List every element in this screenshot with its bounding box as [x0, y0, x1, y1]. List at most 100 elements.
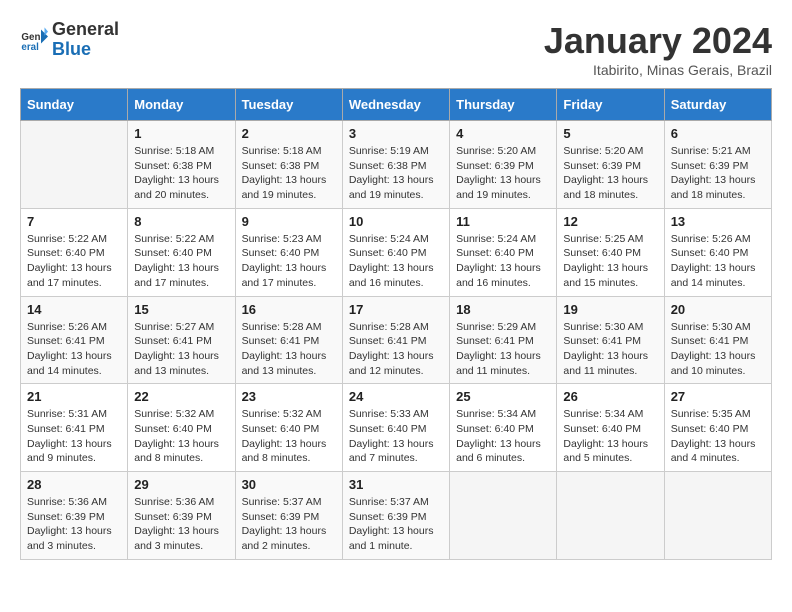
calendar-day-cell — [21, 121, 128, 209]
weekday-header-monday: Monday — [128, 89, 235, 121]
day-number: 31 — [349, 477, 443, 492]
calendar-day-cell: 18Sunrise: 5:29 AM Sunset: 6:41 PM Dayli… — [450, 296, 557, 384]
calendar-day-cell: 16Sunrise: 5:28 AM Sunset: 6:41 PM Dayli… — [235, 296, 342, 384]
day-number: 10 — [349, 214, 443, 229]
logo: Gen eral General Blue — [20, 20, 119, 60]
calendar-day-cell: 13Sunrise: 5:26 AM Sunset: 6:40 PM Dayli… — [664, 208, 771, 296]
day-number: 8 — [134, 214, 228, 229]
logo-icon: Gen eral — [20, 26, 48, 54]
calendar-day-cell: 15Sunrise: 5:27 AM Sunset: 6:41 PM Dayli… — [128, 296, 235, 384]
calendar-day-cell: 24 Sunrise: 5:33 AM Sunset: 6:40 PM Dayli… — [342, 384, 449, 472]
calendar-day-cell: 5 Sunrise: 5:20 AM Sunset: 6:39 PM Daylig… — [557, 121, 664, 209]
calendar-week-row: 28 Sunrise: 5:36 AM Sunset: 6:39 PM Dayli… — [21, 472, 772, 560]
day-info: Sunrise: 5:20 AM Sunset: 6:39 PM Dayligh… — [563, 144, 657, 203]
calendar-week-row: 21 Sunrise: 5:31 AM Sunset: 6:41 PM Dayli… — [21, 384, 772, 472]
calendar-header: SundayMondayTuesdayWednesdayThursdayFrid… — [21, 89, 772, 121]
calendar-day-cell — [664, 472, 771, 560]
day-number: 7 — [27, 214, 121, 229]
day-number: 29 — [134, 477, 228, 492]
day-info: Sunrise: 5:35 AM Sunset: 6:40 PM Dayligh… — [671, 407, 765, 466]
header: Gen eral General Blue January 2024 Itabi… — [20, 20, 772, 78]
day-number: 15 — [134, 302, 228, 317]
calendar-day-cell: 14Sunrise: 5:26 AM Sunset: 6:41 PM Dayli… — [21, 296, 128, 384]
calendar-day-cell: 31 Sunrise: 5:37 AM Sunset: 6:39 PM Dayli… — [342, 472, 449, 560]
calendar-day-cell: 22 Sunrise: 5:32 AM Sunset: 6:40 PM Dayli… — [128, 384, 235, 472]
day-info: Sunrise: 5:24 AM Sunset: 6:40 PM Dayligh… — [349, 232, 443, 291]
svg-text:eral: eral — [21, 42, 39, 53]
day-info: Sunrise: 5:32 AM Sunset: 6:40 PM Dayligh… — [134, 407, 228, 466]
day-number: 16 — [242, 302, 336, 317]
day-number: 5 — [563, 126, 657, 141]
calendar-day-cell: 28 Sunrise: 5:36 AM Sunset: 6:39 PM Dayli… — [21, 472, 128, 560]
weekday-header-tuesday: Tuesday — [235, 89, 342, 121]
logo-blue-text: Blue — [52, 39, 91, 59]
day-number: 22 — [134, 389, 228, 404]
day-number: 25 — [456, 389, 550, 404]
day-info: Sunrise: 5:25 AM Sunset: 6:40 PM Dayligh… — [563, 232, 657, 291]
calendar-day-cell: 26 Sunrise: 5:34 AM Sunset: 6:40 PM Dayli… — [557, 384, 664, 472]
day-number: 6 — [671, 126, 765, 141]
day-number: 12 — [563, 214, 657, 229]
day-info: Sunrise: 5:18 AM Sunset: 6:38 PM Dayligh… — [242, 144, 336, 203]
day-number: 24 — [349, 389, 443, 404]
day-info: Sunrise: 5:32 AM Sunset: 6:40 PM Dayligh… — [242, 407, 336, 466]
day-number: 21 — [27, 389, 121, 404]
day-info: Sunrise: 5:18 AM Sunset: 6:38 PM Dayligh… — [134, 144, 228, 203]
calendar-day-cell — [557, 472, 664, 560]
day-info: Sunrise: 5:37 AM Sunset: 6:39 PM Dayligh… — [242, 495, 336, 554]
calendar-day-cell: 23 Sunrise: 5:32 AM Sunset: 6:40 PM Dayli… — [235, 384, 342, 472]
day-number: 3 — [349, 126, 443, 141]
calendar-day-cell: 20 Sunrise: 5:30 AM Sunset: 6:41 PM Dayli… — [664, 296, 771, 384]
day-info: Sunrise: 5:23 AM Sunset: 6:40 PM Dayligh… — [242, 232, 336, 291]
calendar-day-cell: 9 Sunrise: 5:23 AM Sunset: 6:40 PM Daylig… — [235, 208, 342, 296]
calendar-day-cell: 10 Sunrise: 5:24 AM Sunset: 6:40 PM Dayli… — [342, 208, 449, 296]
calendar-table: SundayMondayTuesdayWednesdayThursdayFrid… — [20, 88, 772, 560]
day-info: Sunrise: 5:33 AM Sunset: 6:40 PM Dayligh… — [349, 407, 443, 466]
day-number: 11 — [456, 214, 550, 229]
day-info: Sunrise: 5:26 AM Sunset: 6:41 PM Dayligh… — [27, 320, 121, 379]
calendar-day-cell: 12 Sunrise: 5:25 AM Sunset: 6:40 PM Dayli… — [557, 208, 664, 296]
day-number: 2 — [242, 126, 336, 141]
day-info: Sunrise: 5:34 AM Sunset: 6:40 PM Dayligh… — [563, 407, 657, 466]
month-year-title: January 2024 — [544, 20, 772, 62]
calendar-day-cell: 6Sunrise: 5:21 AM Sunset: 6:39 PM Daylig… — [664, 121, 771, 209]
calendar-day-cell: 30Sunrise: 5:37 AM Sunset: 6:39 PM Dayli… — [235, 472, 342, 560]
calendar-week-row: 14Sunrise: 5:26 AM Sunset: 6:41 PM Dayli… — [21, 296, 772, 384]
day-number: 19 — [563, 302, 657, 317]
calendar-body: 1 Sunrise: 5:18 AM Sunset: 6:38 PM Daylig… — [21, 121, 772, 560]
weekday-header-sunday: Sunday — [21, 89, 128, 121]
weekday-header-saturday: Saturday — [664, 89, 771, 121]
calendar-day-cell: 7Sunrise: 5:22 AM Sunset: 6:40 PM Daylig… — [21, 208, 128, 296]
calendar-day-cell: 8 Sunrise: 5:22 AM Sunset: 6:40 PM Daylig… — [128, 208, 235, 296]
day-number: 26 — [563, 389, 657, 404]
day-number: 27 — [671, 389, 765, 404]
day-number: 20 — [671, 302, 765, 317]
day-number: 23 — [242, 389, 336, 404]
weekday-header-friday: Friday — [557, 89, 664, 121]
day-number: 9 — [242, 214, 336, 229]
day-number: 18 — [456, 302, 550, 317]
day-number: 17 — [349, 302, 443, 317]
day-info: Sunrise: 5:37 AM Sunset: 6:39 PM Dayligh… — [349, 495, 443, 554]
calendar-day-cell: 25Sunrise: 5:34 AM Sunset: 6:40 PM Dayli… — [450, 384, 557, 472]
calendar-day-cell: 2 Sunrise: 5:18 AM Sunset: 6:38 PM Daylig… — [235, 121, 342, 209]
calendar-day-cell: 29Sunrise: 5:36 AM Sunset: 6:39 PM Dayli… — [128, 472, 235, 560]
day-info: Sunrise: 5:30 AM Sunset: 6:41 PM Dayligh… — [671, 320, 765, 379]
day-info: Sunrise: 5:28 AM Sunset: 6:41 PM Dayligh… — [349, 320, 443, 379]
title-area: January 2024 Itabirito, Minas Gerais, Br… — [544, 20, 772, 78]
calendar-day-cell: 11Sunrise: 5:24 AM Sunset: 6:40 PM Dayli… — [450, 208, 557, 296]
day-info: Sunrise: 5:31 AM Sunset: 6:41 PM Dayligh… — [27, 407, 121, 466]
calendar-week-row: 1 Sunrise: 5:18 AM Sunset: 6:38 PM Daylig… — [21, 121, 772, 209]
day-info: Sunrise: 5:20 AM Sunset: 6:39 PM Dayligh… — [456, 144, 550, 203]
day-number: 1 — [134, 126, 228, 141]
day-number: 28 — [27, 477, 121, 492]
day-info: Sunrise: 5:19 AM Sunset: 6:38 PM Dayligh… — [349, 144, 443, 203]
calendar-day-cell: 19Sunrise: 5:30 AM Sunset: 6:41 PM Dayli… — [557, 296, 664, 384]
weekday-header-wednesday: Wednesday — [342, 89, 449, 121]
calendar-day-cell — [450, 472, 557, 560]
logo-general-text: General — [52, 19, 119, 39]
day-info: Sunrise: 5:36 AM Sunset: 6:39 PM Dayligh… — [27, 495, 121, 554]
day-info: Sunrise: 5:22 AM Sunset: 6:40 PM Dayligh… — [134, 232, 228, 291]
day-number: 4 — [456, 126, 550, 141]
location-subtitle: Itabirito, Minas Gerais, Brazil — [544, 62, 772, 78]
